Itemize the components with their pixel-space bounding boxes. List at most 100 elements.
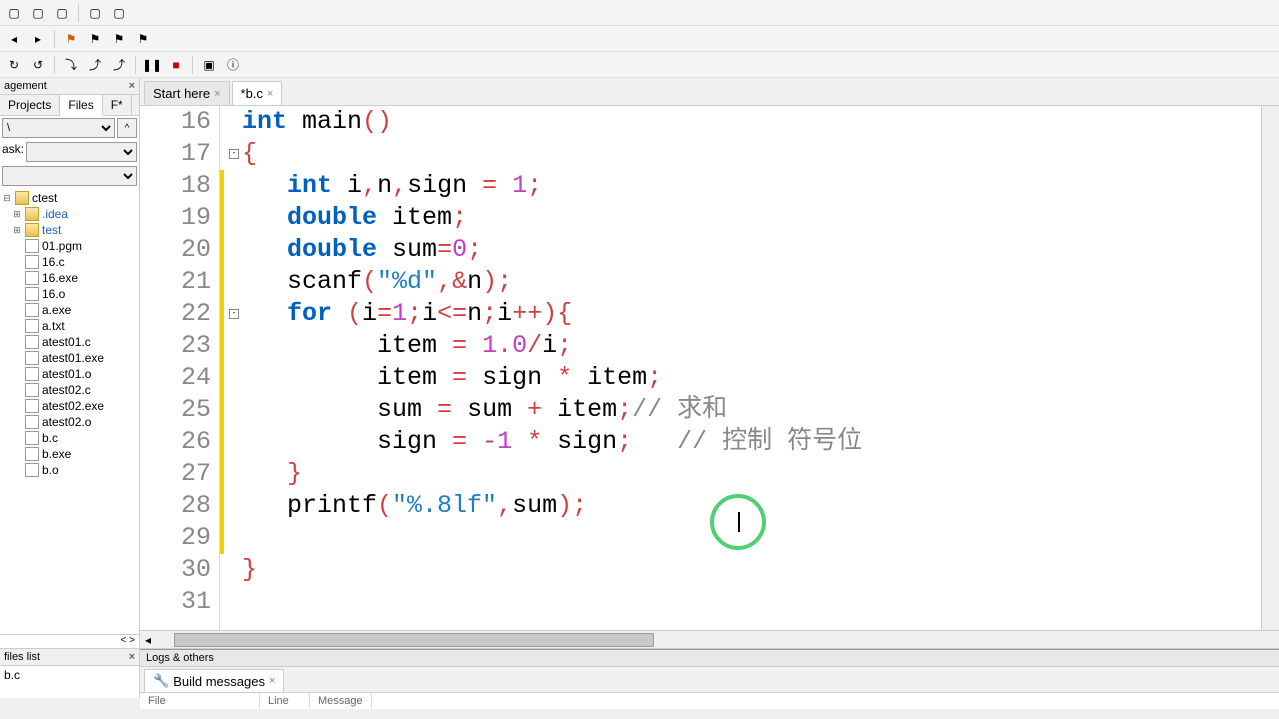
tree-file[interactable]: atest02.exe [2,398,137,414]
tree-file[interactable]: a.txt [2,318,137,334]
grid-header[interactable]: Message [310,693,372,709]
line-number[interactable]: 24 [140,362,211,394]
tree-file[interactable]: atest01.o [2,366,137,382]
scroll-left-icon[interactable]: < [121,635,127,646]
tree-file[interactable]: 16.c [2,254,137,270]
fold-toggle[interactable]: - [229,149,239,159]
expand-icon[interactable]: ⊟ [2,193,12,204]
grid-header[interactable]: File [140,693,260,709]
line-number[interactable]: 30 [140,554,211,586]
tree-file[interactable]: 16.o [2,286,137,302]
tree-file[interactable]: atest01.c [2,334,137,350]
left-tab-projects[interactable]: Projects [0,95,60,115]
left-tab-f*[interactable]: F* [103,95,132,115]
line-number[interactable]: 29 [140,522,211,554]
toolbar-btn[interactable]: ▢ [28,3,48,23]
pause-icon[interactable]: ❚❚ [142,55,162,75]
toolbar-btn[interactable]: ▢ [4,3,24,23]
grid-header[interactable]: Line [260,693,310,709]
tree-folder[interactable]: ⊞.idea [2,206,137,222]
line-number[interactable]: 18 [140,170,211,202]
code-line[interactable]: scanf("%d",&n); [242,266,1261,298]
step-out-icon[interactable]: ⤴ [109,55,129,75]
flag-icon[interactable]: ⚑ [61,29,81,49]
tree-file[interactable]: b.exe [2,446,137,462]
close-icon[interactable]: × [129,80,135,92]
close-icon[interactable]: × [214,88,220,100]
code-line[interactable] [242,522,1261,554]
debug-btn[interactable]: ↻ [4,55,24,75]
expand-icon[interactable]: ⊞ [12,209,22,220]
info-icon[interactable]: ⓘ [223,55,243,75]
tree-file[interactable]: b.c [2,430,137,446]
files-list-item[interactable]: b.c [0,666,139,684]
code-line[interactable] [242,586,1261,618]
close-icon[interactable]: × [129,651,135,663]
line-number[interactable]: 20 [140,234,211,266]
left-tab-files[interactable]: Files [60,95,102,116]
line-number[interactable]: 28 [140,490,211,522]
step-into-icon[interactable]: ⤴ [85,55,105,75]
line-number[interactable]: 23 [140,330,211,362]
line-number[interactable]: 25 [140,394,211,426]
stop-icon[interactable]: ■ [166,55,186,75]
line-number[interactable]: 22 [140,298,211,330]
tree-folder[interactable]: ⊞test [2,222,137,238]
bookmark-prev-icon[interactable]: ◂ [4,29,24,49]
tree-file[interactable]: atest02.o [2,414,137,430]
expand-icon[interactable]: ⊞ [12,225,22,236]
close-icon[interactable]: × [269,675,275,687]
horizontal-scrollbar[interactable]: ◂ [140,630,1279,648]
tree-file[interactable]: b.o [2,462,137,478]
code-line[interactable]: double sum=0; [242,234,1261,266]
path-select[interactable]: \ [2,118,115,138]
line-number[interactable]: 19 [140,202,211,234]
tree-file[interactable]: atest01.exe [2,350,137,366]
flag-next-icon[interactable]: ⚑ [109,29,129,49]
debug-btn[interactable]: ↺ [28,55,48,75]
build-messages-tab[interactable]: 🔧 Build messages × [144,669,284,692]
toolbar-btn[interactable]: ▢ [52,3,72,23]
toolbar-btn[interactable]: ▢ [109,3,129,23]
line-number[interactable]: 26 [140,426,211,458]
editor-tab[interactable]: Start here× [144,81,230,105]
tree-folder[interactable]: ⊟ctest [2,190,137,206]
line-number[interactable]: 31 [140,586,211,618]
window-icon[interactable]: ▣ [199,55,219,75]
code-line[interactable]: int i,n,sign = 1; [242,170,1261,202]
code-line[interactable]: sign = -1 * sign; // 控制 符号位 [242,426,1261,458]
editor-tab[interactable]: *b.c× [232,81,283,105]
line-number[interactable]: 27 [140,458,211,490]
code-line[interactable]: int main() [242,106,1261,138]
code-line[interactable]: item = 1.0/i; [242,330,1261,362]
up-button[interactable]: ^ [117,118,137,138]
fold-toggle[interactable]: - [229,309,239,319]
code-line[interactable]: } [242,458,1261,490]
code-editor[interactable]: 16171819202122232425262728293031 -- int … [140,106,1279,630]
ask-select[interactable] [26,142,137,162]
line-number[interactable]: 16 [140,106,211,138]
flag-clear-icon[interactable]: ⚑ [133,29,153,49]
scroll-right-icon[interactable]: > [129,635,135,646]
code-line[interactable]: for (i=1;i<=n;i++){ [242,298,1261,330]
code-line[interactable]: printf("%.8lf",sum); [242,490,1261,522]
close-icon[interactable]: × [267,88,273,100]
code-line[interactable]: double item; [242,202,1261,234]
tree-file[interactable]: 01.pgm [2,238,137,254]
tree-file[interactable]: atest02.c [2,382,137,398]
code-line[interactable]: item = sign * item; [242,362,1261,394]
code-line[interactable]: } [242,554,1261,586]
toolbar-btn[interactable]: ▢ [85,3,105,23]
tree-file[interactable]: a.exe [2,302,137,318]
code-line[interactable]: sum = sum + item;// 求和 [242,394,1261,426]
scrollbar-thumb[interactable] [174,633,654,647]
step-over-icon[interactable]: ⤵ [61,55,81,75]
vertical-scrollbar[interactable] [1261,106,1279,630]
flag-prev-icon[interactable]: ⚑ [85,29,105,49]
bookmark-next-icon[interactable]: ▸ [28,29,48,49]
tree-file[interactable]: 16.exe [2,270,137,286]
code-line[interactable]: { [242,138,1261,170]
filter-select[interactable] [2,166,137,186]
line-number[interactable]: 21 [140,266,211,298]
file-tree[interactable]: ⊟ctest⊞.idea⊞test01.pgm16.c16.exe16.oa.e… [0,188,139,634]
